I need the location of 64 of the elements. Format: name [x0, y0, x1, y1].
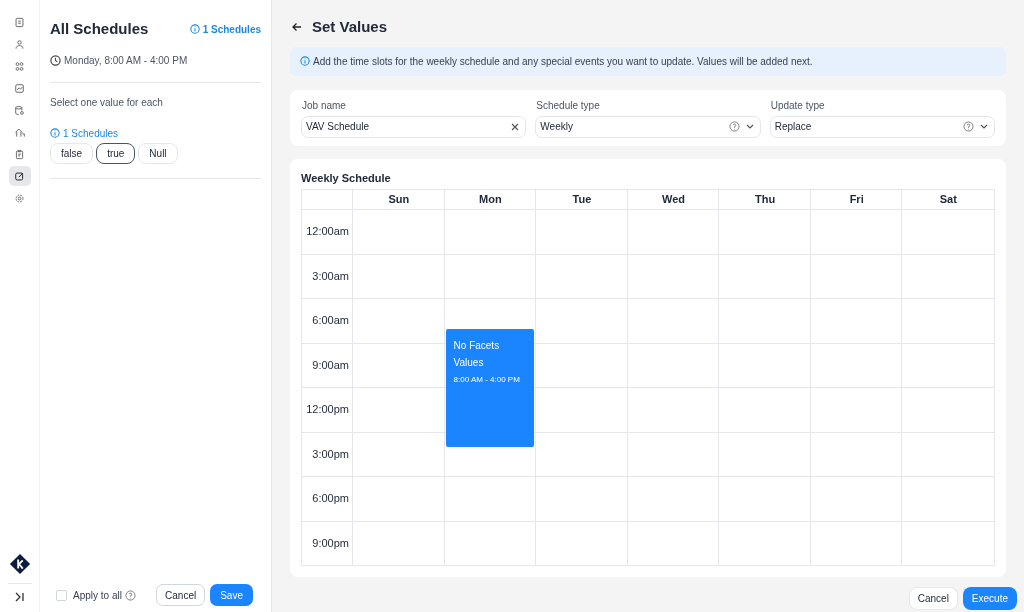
time-label: 3:00pm — [312, 446, 349, 462]
day-header: Sat — [939, 192, 957, 208]
option-chip[interactable]: true — [96, 142, 136, 164]
database-icon — [14, 104, 25, 116]
section-title: Weekly Schedule — [301, 170, 392, 186]
schedule-time: Monday, 8:00 AM - 4:00 PM — [64, 53, 188, 68]
info-text: Add the time slots for the weekly schedule and any special events you want to update. Values will be added next. — [313, 54, 813, 69]
apps-icon — [14, 60, 25, 72]
cancel-button[interactable]: Cancel — [908, 587, 958, 610]
time-label: 6:00am — [312, 313, 349, 328]
field-label: Schedule type — [536, 98, 601, 113]
checkbox[interactable] — [56, 589, 67, 601]
time-label: 12:00pm — [306, 402, 349, 417]
day-header: Fri — [849, 192, 864, 208]
input-field[interactable]: VAV Schedule — [301, 115, 527, 138]
day-header: Sun — [388, 192, 410, 208]
chart-icon — [14, 82, 25, 94]
document-icon — [14, 16, 25, 28]
field-label: Job name — [302, 98, 347, 113]
event-title: No Facets Values — [453, 338, 501, 370]
page-title: Set Values — [312, 17, 388, 37]
day-header: Thu — [755, 192, 776, 208]
time-label: 6:00pm — [312, 491, 349, 506]
help-icon[interactable] — [124, 589, 136, 601]
clear-icon[interactable] — [511, 122, 520, 131]
time-label: 3:00am — [312, 268, 349, 284]
panel-title: All Schedules — [50, 19, 149, 39]
checkbox-label: Apply to all — [73, 588, 122, 603]
time-label: 9:00pm — [312, 535, 349, 551]
nav-item[interactable] — [8, 166, 31, 186]
info-icon — [300, 56, 310, 66]
instruction-text: Select one value for each — [50, 95, 164, 110]
group-count: 1 Schedules — [63, 126, 119, 141]
settings-icon — [14, 192, 25, 204]
info-icon — [50, 128, 60, 138]
execute-button[interactable]: Execute — [962, 587, 1017, 610]
event-block[interactable]: No Facets Values 8:00 AM - 4:00 PM — [445, 328, 535, 448]
building-icon — [14, 126, 25, 138]
select-field[interactable]: Replace — [769, 115, 995, 138]
option-chip[interactable]: Null — [138, 142, 178, 164]
help-icon[interactable] — [728, 121, 740, 132]
expand-icon[interactable] — [14, 592, 25, 602]
day-header: Mon — [479, 192, 502, 208]
logo-icon — [8, 553, 31, 575]
clipboard-icon — [14, 148, 25, 160]
select-field[interactable]: Weekly — [535, 115, 761, 138]
info-icon — [189, 24, 200, 35]
help-icon[interactable] — [963, 121, 974, 132]
save-button[interactable]: Save — [210, 584, 253, 606]
field-label: Update type — [770, 98, 826, 113]
back-icon[interactable] — [292, 22, 302, 33]
users-icon — [14, 38, 25, 50]
day-header: Wed — [662, 192, 686, 208]
chevron-down-icon[interactable] — [745, 124, 754, 129]
option-chip[interactable]: false — [50, 142, 94, 164]
event-time: 8:00 AM - 4:00 PM — [453, 373, 521, 386]
chevron-down-icon[interactable] — [980, 124, 988, 129]
schedule-count: 1 Schedules — [202, 22, 261, 37]
clock-icon — [50, 54, 61, 66]
day-header: Tue — [572, 192, 592, 208]
cancel-button[interactable]: Cancel — [156, 584, 206, 606]
time-label: 9:00am — [312, 357, 349, 373]
edit-icon — [14, 170, 25, 182]
time-label: 12:00am — [306, 224, 349, 239]
